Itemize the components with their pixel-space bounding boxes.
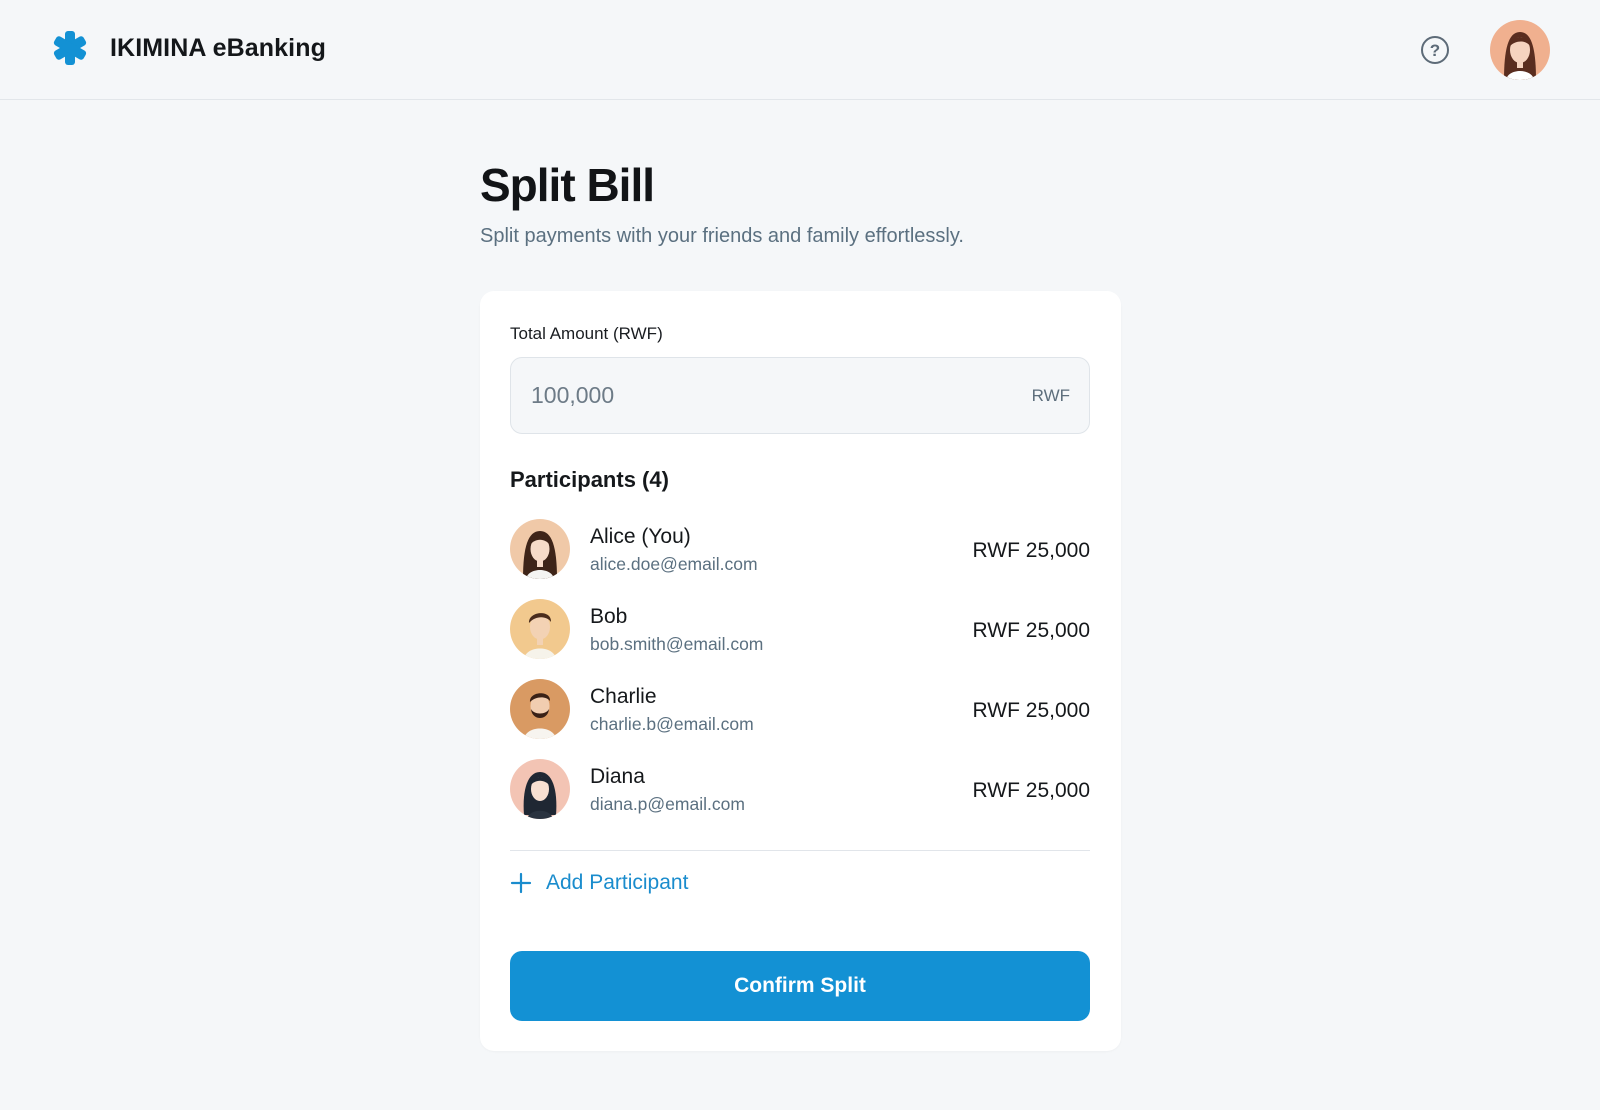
participant-email: charlie.b@email.com bbox=[590, 714, 754, 734]
participant-amount: RWF 25,000 bbox=[972, 619, 1091, 642]
top-bar: IKIMINA eBanking ? bbox=[0, 0, 1600, 100]
help-button[interactable]: ? bbox=[1421, 36, 1449, 64]
participant-name: Diana bbox=[590, 765, 645, 788]
plus-icon bbox=[510, 872, 532, 894]
brand[interactable]: IKIMINA eBanking bbox=[52, 30, 326, 66]
page-title: Split Bill bbox=[480, 159, 655, 211]
participant-avatar bbox=[510, 759, 570, 819]
avatar-portrait-icon bbox=[1490, 20, 1550, 80]
participant-name: Bob bbox=[590, 605, 628, 628]
participant-avatar bbox=[510, 519, 570, 579]
participant-row[interactable]: Alice (You) alice.doe@email.com RWF 25,0… bbox=[510, 519, 1090, 599]
help-circle-icon: ? bbox=[1429, 40, 1441, 60]
participant-avatar bbox=[510, 679, 570, 739]
confirm-split-button[interactable]: Confirm Split bbox=[510, 951, 1090, 1021]
participant-row[interactable]: Diana diana.p@email.com RWF 25,000 bbox=[510, 759, 1090, 839]
participants-heading: Participants (4) bbox=[510, 467, 669, 492]
page-subtitle: Split payments with your friends and fam… bbox=[480, 225, 964, 247]
currency-suffix: RWF bbox=[1031, 386, 1070, 405]
participant-email: diana.p@email.com bbox=[590, 794, 745, 814]
split-bill-card: Total Amount (RWF) RWF Participants (4) … bbox=[480, 291, 1121, 1051]
participant-email: alice.doe@email.com bbox=[590, 554, 758, 574]
participant-amount: RWF 25,000 bbox=[972, 699, 1091, 722]
user-avatar[interactable] bbox=[1490, 20, 1550, 80]
divider bbox=[510, 850, 1090, 851]
participant-name: Charlie bbox=[590, 685, 657, 708]
total-amount-field[interactable]: RWF bbox=[510, 357, 1090, 434]
participant-row[interactable]: Charlie charlie.b@email.com RWF 25,000 bbox=[510, 679, 1090, 759]
add-participant-label: Add Participant bbox=[546, 871, 689, 894]
participant-email: bob.smith@email.com bbox=[590, 634, 764, 654]
brand-name: IKIMINA eBanking bbox=[110, 33, 326, 62]
participant-row[interactable]: Bob bob.smith@email.com RWF 25,000 bbox=[510, 599, 1090, 679]
participant-amount: RWF 25,000 bbox=[972, 779, 1091, 802]
participant-amount: RWF 25,000 bbox=[972, 539, 1091, 562]
participant-name: Alice (You) bbox=[590, 525, 691, 548]
asterisk-logo-icon bbox=[53, 31, 87, 65]
participants-list: Alice (You) alice.doe@email.com RWF 25,0… bbox=[510, 519, 1090, 839]
participant-avatar bbox=[510, 599, 570, 659]
total-amount-label: Total Amount (RWF) bbox=[510, 324, 663, 343]
add-participant-button[interactable]: Add Participant bbox=[510, 871, 688, 895]
total-amount-input[interactable] bbox=[511, 358, 1089, 433]
